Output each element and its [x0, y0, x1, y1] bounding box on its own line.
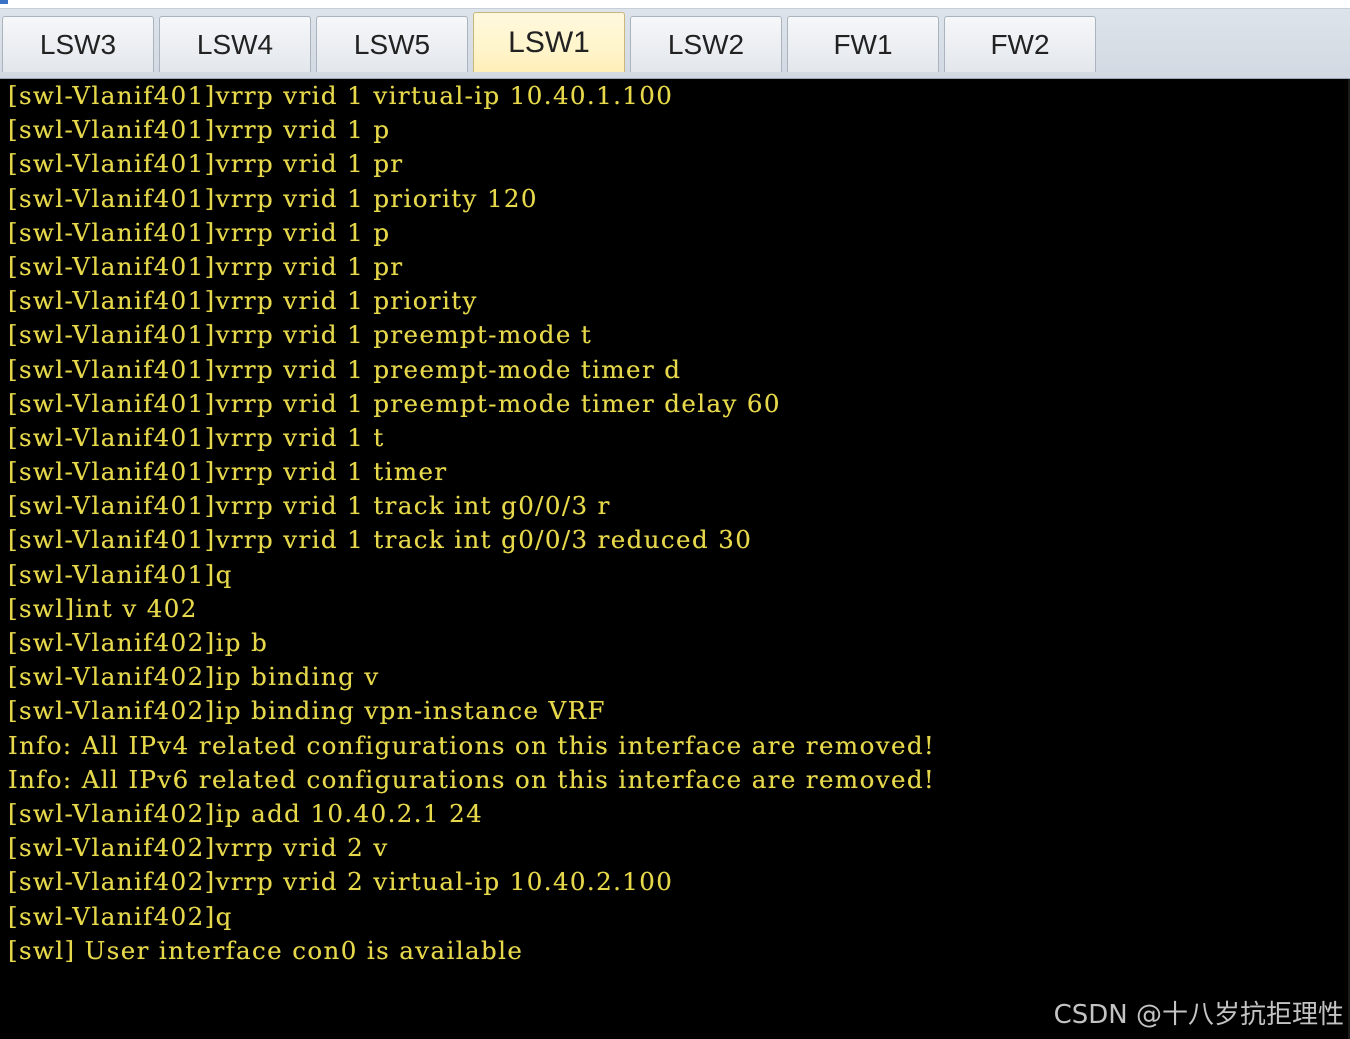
console-line: [swl-Vlanif402]q: [8, 901, 233, 931]
console-line: [swl-Vlanif401]vrrp vrid 1 pr: [8, 251, 404, 281]
tab-lsw4[interactable]: LSW4: [159, 16, 311, 72]
tab-fw2[interactable]: FW2: [944, 16, 1096, 72]
terminal-window: LSW3 LSW4 LSW5 LSW1 LSW2 FW1 FW2 [swl-Vlanif40…: [0, 0, 1350, 1039]
tab-lsw5[interactable]: LSW5: [316, 16, 468, 72]
console-line: [swl-Vlanif401]vrrp vrid 1 t: [8, 422, 385, 452]
console-line: [swl] User interface con0 is available: [8, 935, 524, 965]
console-line: [swl-Vlanif401]vrrp vrid 1 priority: [8, 286, 478, 316]
session-tabs: LSW3 LSW4 LSW5 LSW1 LSW2 FW1 FW2: [2, 12, 1101, 74]
tab-lsw1[interactable]: LSW1: [473, 12, 625, 72]
console-line: [swl-Vlanif402]vrrp vrid 2 virtual-ip 10…: [8, 867, 674, 897]
window-top-edge: [0, 0, 1350, 9]
tab-lsw2[interactable]: LSW2: [630, 16, 782, 72]
tab-lsw3[interactable]: LSW3: [2, 16, 154, 72]
terminal-console[interactable]: [swl-Vlanif401]vrrp vrid 1 v[swl-Vlanif4…: [0, 79, 1350, 1039]
console-output: [swl-Vlanif401]vrrp vrid 1 v[swl-Vlanif4…: [8, 79, 935, 968]
console-line: [swl-Vlanif401]vrrp vrid 1 virtual-ip 10…: [8, 81, 674, 110]
console-line: [swl-Vlanif402]ip b: [8, 628, 269, 657]
console-line: [swl-Vlanif401]vrrp vrid 1 p: [8, 217, 391, 247]
console-line: [swl]int v 402: [8, 593, 198, 623]
console-line: [swl-Vlanif401]vrrp vrid 1 preempt-mode …: [8, 354, 682, 384]
console-line: Info: All IPv4 related configurations on…: [8, 730, 936, 760]
console-line: [swl-Vlanif401]vrrp vrid 1 pr: [8, 149, 404, 179]
console-line: [swl-Vlanif401]vrrp vrid 1 priority 120: [8, 183, 538, 213]
console-line: [swl-Vlanif402]ip add 10.40.2.1 24: [8, 798, 484, 828]
console-line: [swl-Vlanif401]vrrp vrid 1 track int g0/…: [8, 525, 753, 555]
console-line: [swl-Vlanif401]vrrp vrid 1 track int g0/…: [8, 491, 611, 521]
console-line: [swl-Vlanif402]ip binding v: [8, 662, 380, 692]
console-line: [swl-Vlanif401]q: [8, 559, 233, 589]
console-line: [swl-Vlanif401]vrrp vrid 1 p: [8, 115, 391, 145]
console-line: [swl-Vlanif401]vrrp vrid 1 preempt-mode …: [8, 388, 781, 418]
console-line: Info: All IPv6 related configurations on…: [8, 764, 936, 794]
session-tab-bar: LSW3 LSW4 LSW5 LSW1 LSW2 FW1 FW2: [0, 0, 1350, 79]
console-line: [swl-Vlanif401]vrrp vrid 1 preempt-mode …: [8, 320, 593, 350]
watermark-text: CSDN @十八岁抗拒理性: [1053, 1000, 1344, 1030]
window-corner-accent: [0, 0, 8, 4]
console-line: [swl-Vlanif402]ip binding vpn-instance V…: [8, 696, 606, 726]
console-line: [swl-Vlanif402]vrrp vrid 2 v: [8, 833, 389, 863]
tab-fw1[interactable]: FW1: [787, 16, 939, 72]
console-line: [swl-Vlanif401]vrrp vrid 1 timer: [8, 457, 448, 487]
